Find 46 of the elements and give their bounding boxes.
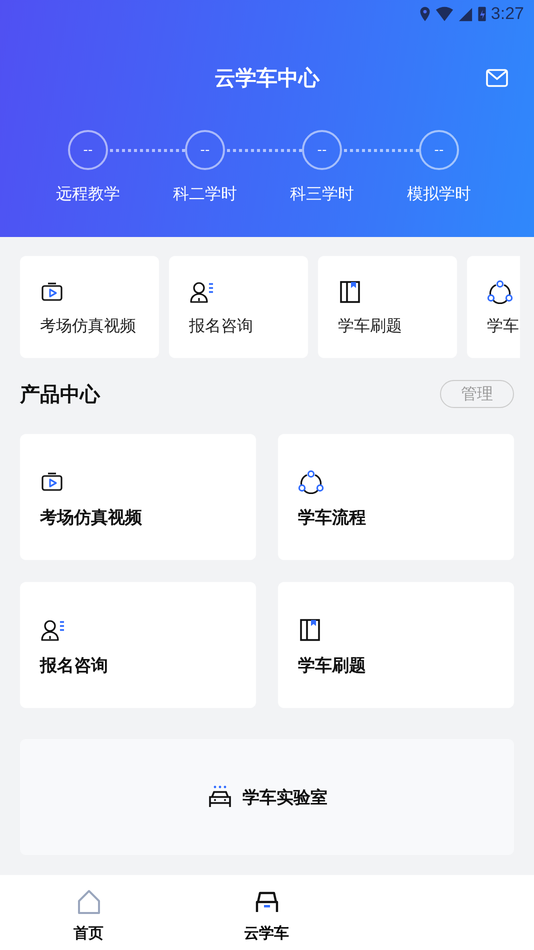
home-icon — [76, 889, 102, 915]
product-card[interactable]: 学车流程 — [278, 434, 514, 560]
status-time: 3:27 — [490, 4, 524, 24]
mail-icon[interactable] — [486, 69, 508, 87]
step-circle: -- — [68, 130, 108, 170]
card-label: 学车刷题 — [298, 655, 366, 677]
location-icon — [418, 4, 431, 24]
person-list-icon — [40, 618, 66, 642]
page-title: 云学车中心 — [214, 65, 320, 92]
shortcut-tile[interactable]: 报名咨询 — [169, 256, 308, 358]
card-label: 学车流程 — [298, 507, 366, 529]
cycle-nodes-icon — [487, 280, 513, 304]
card-label: 报名咨询 — [40, 655, 108, 677]
lab-label: 学车实验室 — [242, 786, 328, 808]
battery-icon — [476, 4, 487, 24]
lab-card[interactable]: 学车实验室 — [20, 739, 514, 855]
step-label: 远程教学 — [55, 184, 121, 205]
step-label: 模拟学时 — [406, 184, 472, 205]
car-icon — [206, 785, 232, 809]
person-list-icon — [189, 280, 215, 304]
car-icon — [254, 889, 280, 915]
tab-item[interactable]: 首页 — [29, 875, 148, 950]
video-player-icon — [40, 280, 64, 304]
step-circle: -- — [185, 130, 225, 170]
step-circle: -- — [302, 130, 342, 170]
shortcut-tile[interactable]: 学车刷题 — [318, 256, 457, 358]
book-icon — [338, 280, 362, 304]
tab-item[interactable]: 云学车 — [207, 875, 326, 950]
step-circle: -- — [419, 130, 459, 170]
tile-label: 学车 — [487, 316, 519, 337]
wifi-icon — [434, 4, 454, 24]
product-card[interactable]: 学车刷题 — [278, 582, 514, 708]
product-card[interactable]: 报名咨询 — [20, 582, 256, 708]
tile-label: 学车刷题 — [338, 316, 402, 337]
step-label: 科三学时 — [289, 184, 355, 205]
shortcut-tile[interactable]: 考场仿真视频 — [20, 256, 159, 358]
section-title: 产品中心 — [20, 380, 100, 408]
tile-label: 考场仿真视频 — [40, 316, 136, 337]
step-label: 科二学时 — [172, 184, 238, 205]
product-card[interactable]: 考场仿真视频 — [20, 434, 256, 560]
shortcut-tile[interactable]: 学车 — [467, 256, 520, 358]
cycle-nodes-icon — [298, 470, 324, 494]
tile-label: 报名咨询 — [189, 316, 253, 337]
video-player-icon — [40, 470, 64, 494]
book-icon — [298, 618, 322, 642]
card-label: 考场仿真视频 — [40, 507, 142, 529]
